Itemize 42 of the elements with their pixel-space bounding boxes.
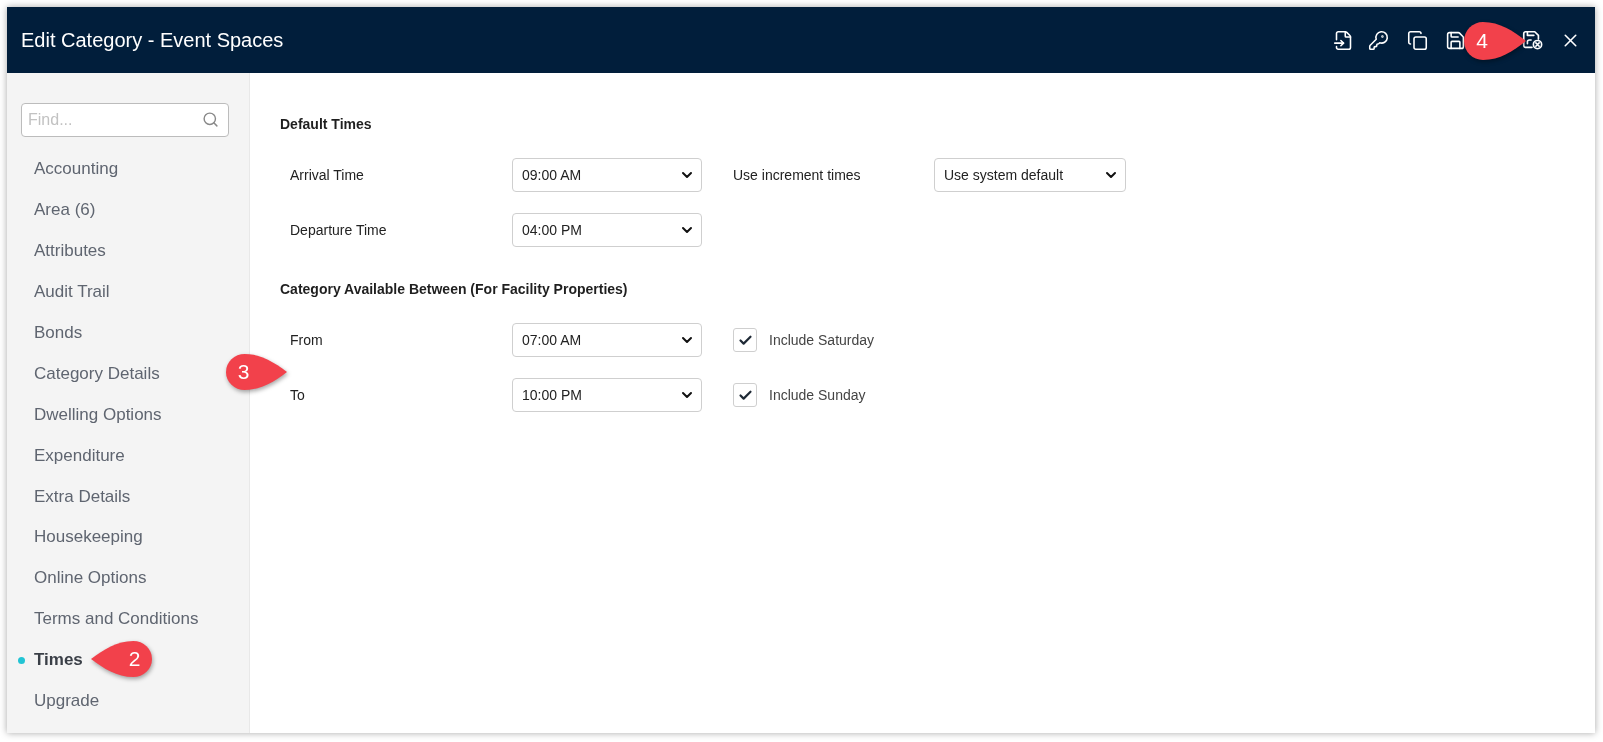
callout-marker: 3 xyxy=(225,353,288,391)
copy-icon[interactable] xyxy=(1407,29,1428,51)
sidebar-item[interactable]: Accounting xyxy=(21,149,119,190)
section-heading: Default Times xyxy=(280,116,372,132)
sidebar-item[interactable]: Expenditure xyxy=(21,435,125,477)
callout-marker: 4 xyxy=(1463,21,1527,61)
sidebar-item[interactable]: Area (6) xyxy=(21,189,96,231)
key-icon[interactable] xyxy=(1368,29,1389,51)
checkbox-label: Include Saturday xyxy=(769,332,875,348)
sidebar-item[interactable]: Terms and Conditions xyxy=(21,598,199,640)
field-label: Use increment times xyxy=(733,167,862,183)
sidebar-item[interactable]: Dwelling Options xyxy=(21,394,162,436)
dropdown[interactable]: Use system default xyxy=(934,158,1126,192)
time-dropdown[interactable]: 10:00 PM xyxy=(512,378,702,412)
search-field[interactable]: Find... xyxy=(21,103,229,137)
callout-marker: 2 xyxy=(90,640,153,678)
field-label: To xyxy=(290,387,306,403)
sidebar-item[interactable]: Online Options xyxy=(21,557,147,599)
field-label: Arrival Time xyxy=(290,167,365,183)
dot-icon xyxy=(18,657,25,665)
section-heading: Category Available Between (For Facility Properties) xyxy=(280,281,628,297)
field-label: Departure Time xyxy=(290,222,388,238)
sidebar-item[interactable]: Attributes xyxy=(21,230,106,272)
sidebar-item[interactable]: Bonds xyxy=(21,312,83,354)
time-dropdown[interactable]: 07:00 AM xyxy=(512,323,702,357)
sidebar-item[interactable]: Housekeeping xyxy=(21,517,143,558)
checkbox[interactable] xyxy=(733,328,757,352)
sidebar-item[interactable]: Audit Trail xyxy=(21,271,110,313)
search-icon xyxy=(202,111,219,128)
sidebar-item[interactable]: Times xyxy=(21,639,83,681)
sidebar-item[interactable]: Upgrade xyxy=(21,680,100,722)
window-title: Edit Category - Event Spaces xyxy=(21,28,284,52)
file-arrow-icon[interactable] xyxy=(1333,29,1354,51)
save-icon[interactable] xyxy=(1445,29,1466,51)
field-label: From xyxy=(290,332,324,348)
save-cancel-icon[interactable] xyxy=(1521,29,1543,51)
sidebar-item[interactable]: Category Details xyxy=(21,353,160,395)
checkbox[interactable] xyxy=(733,383,757,407)
time-dropdown[interactable]: 09:00 AM xyxy=(512,158,702,192)
sidebar-item[interactable]: Extra Details xyxy=(21,476,131,517)
checkbox-label: Include Sunday xyxy=(769,387,866,403)
time-dropdown[interactable]: 04:00 PM xyxy=(512,213,702,247)
